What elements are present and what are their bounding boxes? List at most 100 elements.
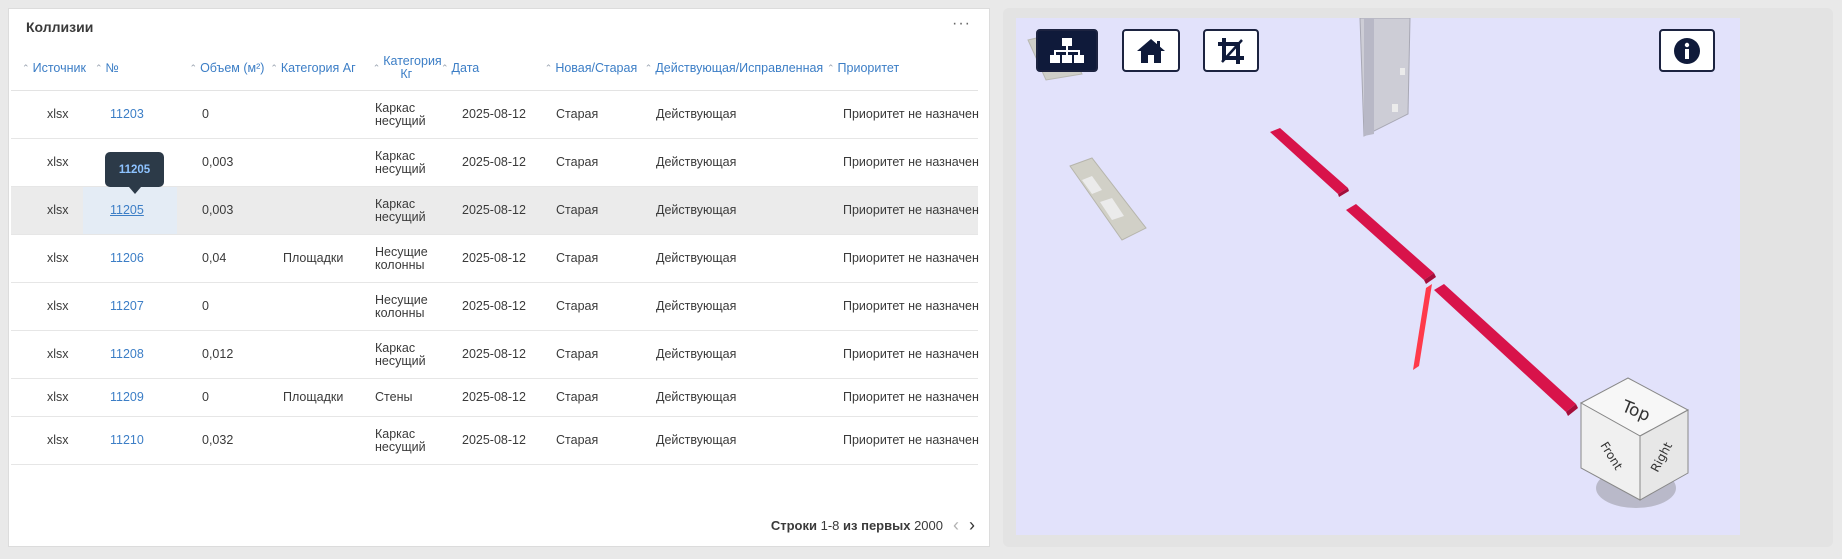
cell-new-old: Старая xyxy=(556,251,599,265)
cell-priority: Приоритет не назначен xyxy=(843,299,979,313)
cell-source: xlsx xyxy=(47,433,69,447)
cell-priority: Приоритет не назначен xyxy=(843,433,979,447)
collisions-panel: Коллизии ··· ⌃ Источник ⌃ № ⌃ Объем (м²) ⌃ К… xyxy=(8,8,990,547)
cell-number[interactable]: 11209 xyxy=(110,379,180,416)
home-icon xyxy=(1137,38,1165,63)
cell-category-a: Площадки xyxy=(283,251,344,265)
cell-active-fixed: Действующая xyxy=(656,433,737,447)
cell-priority: Приоритет не назначен xyxy=(843,251,979,265)
cell-category-k: Каркас несущий xyxy=(375,426,426,454)
cell-volume: 0 xyxy=(202,390,209,404)
cell-active-fixed: Действующая xyxy=(656,203,737,217)
column-header-category-a[interactable]: ⌃ Категория Аг xyxy=(265,45,361,91)
column-header-active-fixed[interactable]: ⌃ Действующая/Исправленная xyxy=(641,45,827,91)
cell-category-k: Каркас несущий xyxy=(375,100,426,128)
cell-number[interactable]: 11206 xyxy=(110,235,180,282)
section-box-button[interactable] xyxy=(1203,29,1259,72)
column-header-date[interactable]: ⌃ Дата xyxy=(441,45,539,91)
3d-viewport[interactable]: Top Front Right xyxy=(1016,18,1740,535)
cell-new-old: Старая xyxy=(556,347,599,361)
column-header-priority[interactable]: ⌃ Приоритет xyxy=(827,45,977,91)
cell-volume: 0,032 xyxy=(202,433,234,447)
column-header-source[interactable]: ⌃ Источник xyxy=(13,45,95,91)
cell-volume: 0 xyxy=(202,299,209,313)
cell-active-fixed: Действующая xyxy=(656,299,737,313)
table-header: ⌃ Источник ⌃ № ⌃ Объем (м²) ⌃ Категория Аг ⌃… xyxy=(11,45,978,91)
cell-category-a xyxy=(283,417,363,464)
table-row[interactable]: xlsx 11203 0 Каркас несущий 2025-08-12 Старая… xyxy=(11,91,979,139)
column-header-volume[interactable]: ⌃ Объем (м²) xyxy=(181,45,273,91)
cell-new-old: Старая xyxy=(556,299,599,313)
cell-source: xlsx xyxy=(47,390,69,404)
model-viewer-panel: Top Front Right xyxy=(1003,8,1833,547)
chevron-right-icon[interactable]: › xyxy=(969,515,975,536)
cell-number[interactable]: 11210 xyxy=(110,417,180,464)
cell-priority: Приоритет не назначен xyxy=(843,347,979,361)
cell-date: 2025-08-12 xyxy=(462,107,526,121)
scene: Top Front Right xyxy=(1027,18,1690,508)
column-header-category-k[interactable]: ⌃ Категория Кг xyxy=(361,45,442,91)
cell-volume: 0,04 xyxy=(202,251,227,265)
cell-source: xlsx xyxy=(47,299,69,313)
cell-priority: Приоритет не назначен xyxy=(843,203,979,217)
cell-date: 2025-08-12 xyxy=(462,203,526,217)
cell-active-fixed: Действующая xyxy=(656,251,737,265)
cell-priority: Приоритет не назначен xyxy=(843,390,979,404)
table-row[interactable]: xlsx 11207 0 Несущие колонны 2025-08-12 Стара… xyxy=(11,283,979,331)
cell-category-k: Стены xyxy=(375,390,413,404)
cell-source: xlsx xyxy=(47,155,69,169)
cell-category-k: Несущие колонны xyxy=(375,244,428,272)
more-horizontal-icon[interactable]: ··· xyxy=(952,15,971,33)
pagination: Строки 1-8 из первых 2000 ‹ › xyxy=(771,515,975,536)
cell-number[interactable]: 11207 xyxy=(110,283,180,330)
cell-new-old: Старая xyxy=(556,203,599,217)
cell-number[interactable]: 11203 xyxy=(110,91,180,138)
table-row[interactable]: xlsx 11210 0,032 Каркас несущий 2025-08-12 Ст… xyxy=(11,417,979,465)
cell-category-k: Несущие колонны xyxy=(375,292,428,320)
cell-number[interactable]: 11208 xyxy=(110,331,180,378)
panel-title: Коллизии xyxy=(26,19,94,35)
cell-date: 2025-08-12 xyxy=(462,390,526,404)
cell-category-a xyxy=(283,283,363,330)
cell-new-old: Старая xyxy=(556,433,599,447)
cell-source: xlsx xyxy=(47,203,69,217)
sort-icon: ⌃ xyxy=(441,62,449,73)
table-body: xlsx 11203 0 Каркас несущий 2025-08-12 Старая… xyxy=(11,91,979,465)
chevron-left-icon[interactable]: ‹ xyxy=(953,515,959,536)
cell-category-a xyxy=(283,331,363,378)
table-row[interactable]: xlsx 11208 0,012 Каркас несущий 2025-08-12 Ст… xyxy=(11,331,979,379)
cell-number[interactable]: 11205 xyxy=(110,187,180,234)
cell-active-fixed: Действующая xyxy=(656,390,737,404)
info-button[interactable] xyxy=(1659,29,1715,72)
id-tooltip: 11205 xyxy=(105,152,164,194)
collisions-table: ⌃ Источник ⌃ № ⌃ Объем (м²) ⌃ Категория Аг ⌃… xyxy=(11,45,979,465)
cell-volume: 0,012 xyxy=(202,347,234,361)
cell-priority: Приоритет не назначен xyxy=(843,155,979,169)
cell-source: xlsx xyxy=(47,251,69,265)
cell-volume: 0,003 xyxy=(202,155,234,169)
column-header-number[interactable]: ⌃ № xyxy=(95,45,191,91)
table-row[interactable]: xlsx 11209 0 Площадки Стены 2025-08-12 Старая Д… xyxy=(11,379,979,417)
cell-active-fixed: Действующая xyxy=(656,155,737,169)
cell-date: 2025-08-12 xyxy=(462,155,526,169)
cell-category-k: Каркас несущий xyxy=(375,196,426,224)
cell-volume: 0 xyxy=(202,107,209,121)
cell-date: 2025-08-12 xyxy=(462,299,526,313)
table-row[interactable]: xlsx 11205 0,003 Каркас несущий 2025-08-12 Ст… xyxy=(11,187,979,235)
cell-new-old: Старая xyxy=(556,107,599,121)
cell-new-old: Старая xyxy=(556,390,599,404)
table-row[interactable]: xlsx 11206 0,04 Площадки Несущие колонны 2025… xyxy=(11,235,979,283)
cell-source: xlsx xyxy=(47,347,69,361)
hierarchy-icon xyxy=(1050,37,1084,63)
view-cube[interactable]: Top Front Right xyxy=(1579,377,1690,508)
building-element-column xyxy=(1359,18,1411,137)
model-tree-button[interactable] xyxy=(1036,29,1098,72)
column-header-new-old[interactable]: ⌃ Новая/Старая xyxy=(541,45,641,91)
cell-priority: Приоритет не назначен xyxy=(843,107,979,121)
cell-date: 2025-08-12 xyxy=(462,251,526,265)
sort-icon: ⌃ xyxy=(270,62,278,73)
crop-icon xyxy=(1218,37,1244,64)
cell-category-a xyxy=(283,91,363,138)
home-view-button[interactable] xyxy=(1122,29,1180,72)
info-icon xyxy=(1674,37,1700,64)
